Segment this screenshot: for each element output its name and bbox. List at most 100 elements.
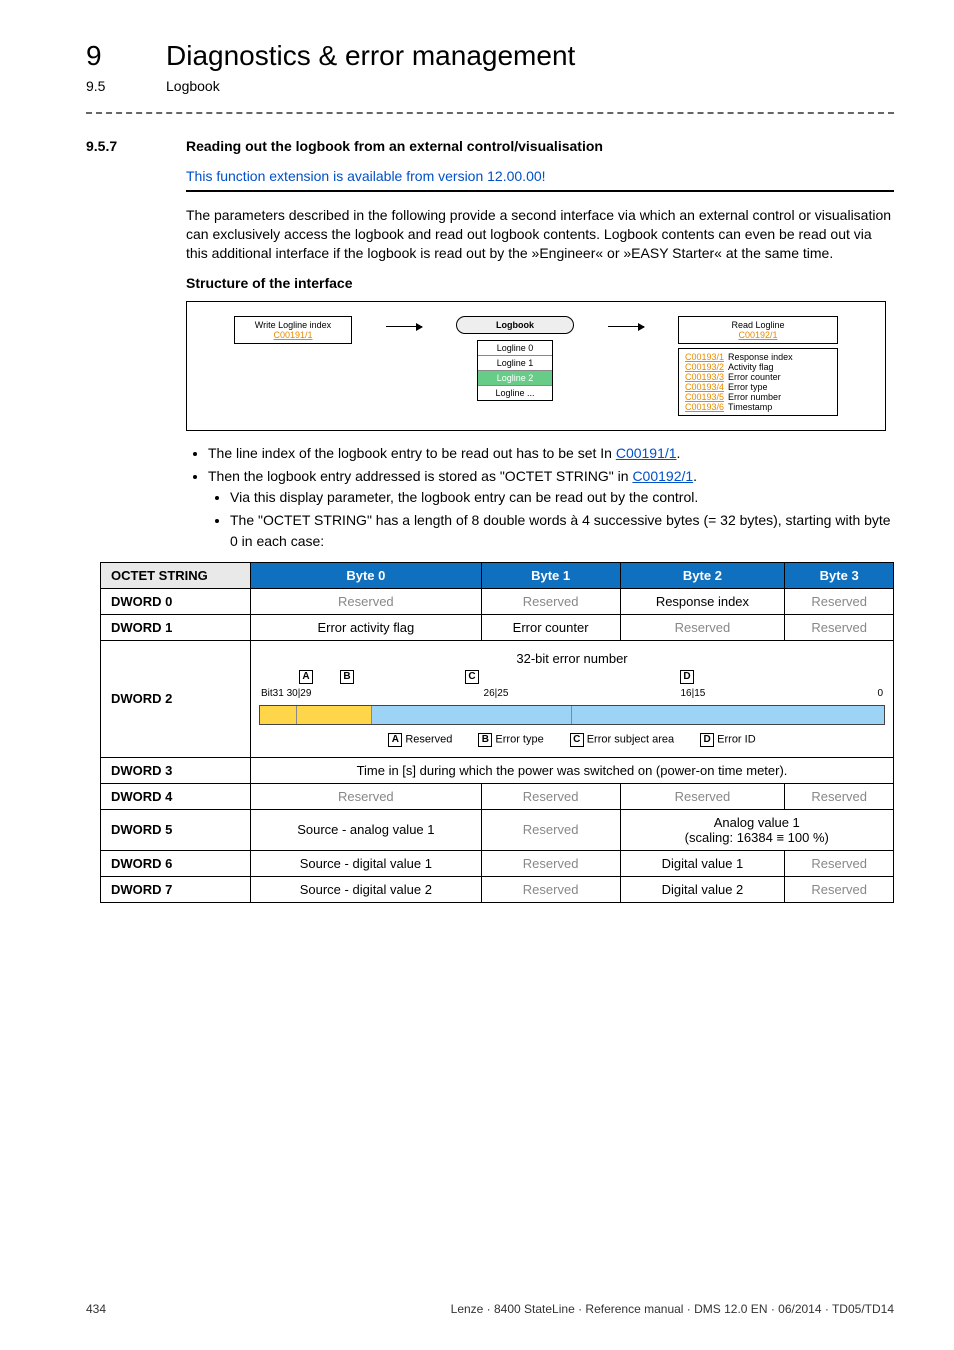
bit-label: Bit31 30|29 [261,688,311,699]
segment-a-icon: A [299,670,313,684]
cell-reserved: Reserved [481,809,620,850]
col-header: Byte 2 [620,562,785,588]
list-item: Logline 1 [478,356,552,371]
table-row: DWORD 6 Source - digital value 1 Reserve… [101,850,894,876]
link-c00192[interactable]: C00192/1 [632,468,693,484]
table-header-row: OCTET STRING Byte 0 Byte 1 Byte 2 Byte 3 [101,562,894,588]
cell-reserved: Reserved [785,876,894,902]
read-item-code[interactable]: C00193/3 [685,372,724,382]
bullet-text: Then the logbook entry addressed is stor… [208,468,632,484]
list-item: Logline ... [478,386,552,400]
bit-bar [259,705,885,725]
cell: Error counter [481,614,620,640]
cell-text: (scaling: 16384 ≡ 100 %) [629,830,885,845]
legend-c: Error subject area [587,733,674,745]
read-item-desc: Timestamp [728,402,772,412]
segment-c-icon: C [465,670,479,684]
read-item-code[interactable]: C00193/5 [685,392,724,402]
cell: Time in [s] during which the power was s… [251,757,894,783]
read-item-code[interactable]: C00193/4 [685,382,724,392]
read-logline-code[interactable]: C00192/1 [685,330,831,340]
read-item-code[interactable]: C00193/2 [685,362,724,372]
footer-info: Lenze · 8400 StateLine · Reference manua… [451,1302,894,1316]
row-label: DWORD 7 [101,876,251,902]
row-label: DWORD 6 [101,850,251,876]
segment-b-icon: B [340,670,354,684]
read-item-code[interactable]: C00193/6 [685,402,724,412]
list-item: Via this display parameter, the logbook … [230,487,894,508]
bullet-text: . [693,468,697,484]
cell-reserved: Reserved [785,614,894,640]
intro-paragraph: The parameters described in the followin… [186,206,894,263]
row-label: DWORD 2 [101,640,251,757]
cell: Digital value 2 [620,876,785,902]
subsection-title: Reading out the logbook from an external… [186,138,603,154]
list-item: The line index of the logbook entry to b… [208,443,894,464]
bit-label: 16|15 [680,688,705,699]
cell: Source - digital value 2 [251,876,482,902]
cell-reserved: Reserved [481,588,620,614]
segment-a-icon: A [388,733,402,747]
cell-reserved: Reserved [481,783,620,809]
chapter-number: 9 [86,40,126,72]
row-label: DWORD 0 [101,588,251,614]
subsection-number: 9.5.7 [86,138,156,154]
read-item-code[interactable]: C00193/1 [685,352,724,362]
col-header: Byte 3 [785,562,894,588]
error-number-cell: 32-bit error number A B C D Bit31 30|29 … [251,640,894,757]
row-label: DWORD 3 [101,757,251,783]
table-row: DWORD 7 Source - digital value 2 Reserve… [101,876,894,902]
interface-diagram: Write Logline index C00191/1 Logbook Log… [186,301,886,431]
bit-label: 26|25 [484,688,509,699]
cell: Response index [620,588,785,614]
divider [86,112,894,114]
row-label: DWORD 1 [101,614,251,640]
bit-label: 0 [877,688,883,699]
list-item: The "OCTET STRING" has a length of 8 dou… [230,510,894,552]
segment-d-icon: D [680,670,694,684]
bullet-list: The line index of the logbook entry to b… [208,443,894,552]
read-details-box: C00193/1Response index C00193/2Activity … [678,348,838,416]
segment-c-icon: C [570,733,584,747]
write-logline-code[interactable]: C00191/1 [241,330,345,340]
legend-a: Reserved [405,733,452,745]
arrow-icon [386,326,422,327]
table-row: DWORD 0 Reserved Reserved Response index… [101,588,894,614]
section-title: Logbook [166,78,220,94]
read-logline-label: Read Logline [685,320,831,330]
bullet-text: The line index of the logbook entry to b… [208,445,616,461]
page-number: 434 [86,1302,106,1316]
list-item-selected: Logline 2 [478,371,552,386]
segment-b-icon: B [478,733,492,747]
table-row: DWORD 4 Reserved Reserved Reserved Reser… [101,783,894,809]
link-c00191[interactable]: C00191/1 [616,445,677,461]
list-item: Logline 0 [478,341,552,356]
cell: Error activity flag [251,614,482,640]
cell: Source - digital value 1 [251,850,482,876]
legend-b: Error type [495,733,543,745]
structure-heading: Structure of the interface [186,275,894,291]
write-logline-box: Write Logline index C00191/1 [234,316,352,344]
cell-reserved: Reserved [251,783,482,809]
read-item-desc: Error number [728,392,781,402]
col-header: OCTET STRING [101,562,251,588]
list-item: Then the logbook entry addressed is stor… [208,466,894,552]
cell-reserved: Reserved [785,850,894,876]
bullet-text: . [677,445,681,461]
read-item-desc: Activity flag [728,362,774,372]
cell-text: Analog value 1 [629,815,885,830]
cell-reserved: Reserved [620,614,785,640]
row-label: DWORD 5 [101,809,251,850]
cell: Analog value 1 (scaling: 16384 ≡ 100 %) [620,809,893,850]
arrow-icon [608,326,644,327]
chapter-title: Diagnostics & error management [166,40,575,72]
cell: Digital value 1 [620,850,785,876]
table-row: DWORD 1 Error activity flag Error counte… [101,614,894,640]
octet-string-table: OCTET STRING Byte 0 Byte 1 Byte 2 Byte 3… [100,562,894,903]
logbook-lines: Logline 0 Logline 1 Logline 2 Logline ..… [477,340,553,401]
cell-reserved: Reserved [785,588,894,614]
table-row: DWORD 3 Time in [s] during which the pow… [101,757,894,783]
section-number: 9.5 [86,78,126,94]
read-item-desc: Error counter [728,372,781,382]
legend-d: Error ID [717,733,756,745]
